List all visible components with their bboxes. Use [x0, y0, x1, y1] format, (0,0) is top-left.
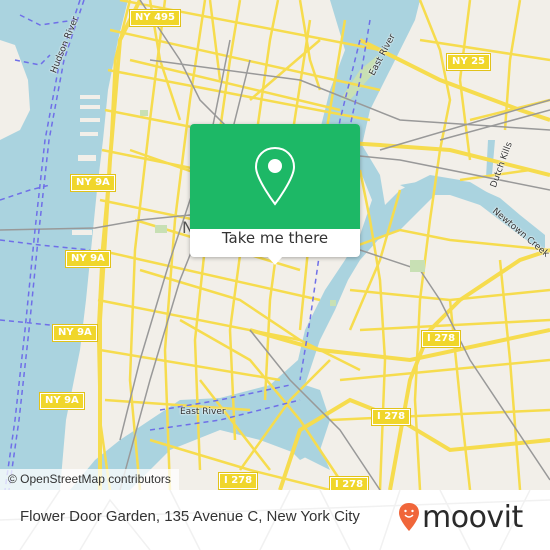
popup-header — [190, 124, 360, 229]
route-shield-i278: I 278 — [420, 330, 462, 348]
take-me-there-button[interactable]: Take me there — [190, 229, 360, 257]
footer-bar: Flower Door Garden, 135 Avenue C, New Yo… — [0, 490, 550, 550]
map-pin-icon — [254, 146, 296, 206]
popup-pointer — [267, 256, 283, 265]
route-shield-ny495: NY 495 — [129, 9, 181, 27]
route-shield-ny9a: NY 9A — [70, 174, 116, 192]
osm-attribution[interactable]: © OpenStreetMap contributors — [0, 469, 179, 490]
route-shield-ny9a: NY 9A — [65, 250, 111, 268]
route-shield-ny9a: NY 9A — [52, 324, 98, 342]
route-shield-i278: I 278 — [217, 472, 259, 490]
route-shield-i278: I 278 — [328, 476, 370, 490]
route-shield-i278: I 278 — [370, 408, 412, 426]
route-shield-ny9a: NY 9A — [39, 392, 85, 410]
location-address: Flower Door Garden, 135 Avenue C, New Yo… — [20, 508, 360, 525]
map-view[interactable]: NY 495 NY 25 NY 9A NY 9A NY 9A NY 9A I 2… — [0, 0, 550, 490]
moovit-wordmark: moovit — [422, 500, 523, 535]
route-shield-ny25: NY 25 — [445, 53, 492, 71]
location-popup[interactable]: Take me there — [190, 124, 360, 265]
water-label-east-river: East River — [180, 407, 226, 417]
moovit-logo[interactable]: moovit — [398, 498, 538, 535]
moovit-pin-icon — [399, 503, 419, 531]
